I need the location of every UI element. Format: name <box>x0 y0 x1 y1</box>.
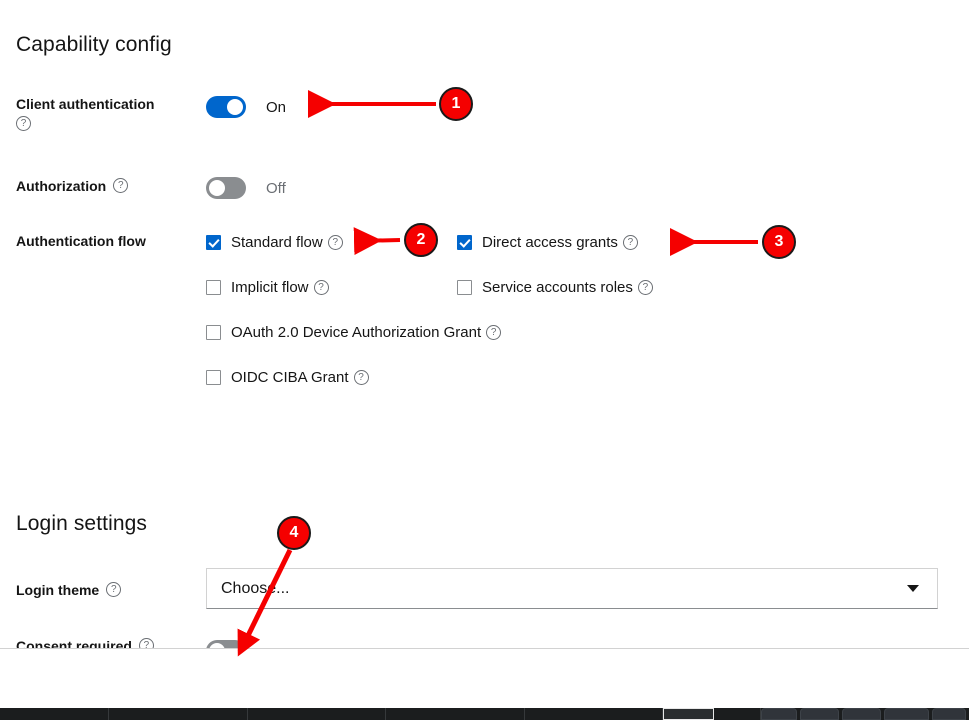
taskbar-pill[interactable] <box>931 708 967 720</box>
annotation-badge-2: 2 <box>404 223 438 257</box>
checkbox-label: Implicit flow <box>231 279 309 296</box>
login-theme-select-value: Choose... <box>221 579 290 597</box>
client-authentication-label-text: Client authentication <box>16 96 155 112</box>
checkbox-service-accounts-roles[interactable]: Service accounts roles ? <box>457 279 653 296</box>
chevron-down-icon[interactable] <box>907 585 919 592</box>
help-circle-icon[interactable]: ? <box>486 325 502 340</box>
taskbar-item[interactable] <box>0 708 110 720</box>
checkbox-direct-access-grants[interactable]: Direct access grants ? <box>457 234 638 251</box>
authentication-flow-label: Authentication flow <box>16 233 146 249</box>
checkbox-label: Service accounts roles <box>482 279 633 296</box>
checkbox-implicit-flow[interactable]: Implicit flow ? <box>206 279 329 296</box>
taskbar-item[interactable] <box>525 708 664 720</box>
taskbar-item[interactable] <box>714 708 761 720</box>
annotation-badge-4: 4 <box>277 516 311 550</box>
checkbox-box[interactable] <box>457 280 472 295</box>
help-circle-icon[interactable]: ? <box>327 235 343 250</box>
checkbox-label: OIDC CIBA Grant <box>231 369 349 386</box>
app-page: Capability config Client authentication … <box>0 0 969 720</box>
checkbox-label: OAuth 2.0 Device Authorization Grant <box>231 324 482 341</box>
checkbox-box[interactable] <box>206 325 221 340</box>
taskbar-item[interactable] <box>109 708 248 720</box>
annotation-badge-3: 3 <box>762 225 796 259</box>
help-circle-icon[interactable]: ? <box>637 280 653 295</box>
consent-required-label: Consent required ? <box>16 637 154 648</box>
consent-required-toggle[interactable] <box>206 640 246 648</box>
checkbox-label: Direct access grants <box>482 234 618 251</box>
help-circle-icon[interactable]: ? <box>113 177 129 193</box>
login-theme-label: Login theme ? <box>16 581 122 598</box>
os-taskbar[interactable] <box>0 708 969 720</box>
help-circle-icon[interactable]: ? <box>16 116 31 131</box>
annotation-badge-1: 1 <box>439 87 473 121</box>
taskbar-pill[interactable] <box>760 708 798 720</box>
help-circle-icon[interactable]: ? <box>138 637 154 648</box>
authentication-flow-label-text: Authentication flow <box>16 233 146 249</box>
checkbox-oauth-device-authorization-grant[interactable]: OAuth 2.0 Device Authorization Grant ? <box>206 324 502 341</box>
taskbar-item[interactable] <box>386 708 525 720</box>
checkbox-box[interactable] <box>206 235 221 250</box>
checkbox-box[interactable] <box>457 235 472 250</box>
taskbar-pill[interactable] <box>800 708 840 720</box>
client-authentication-toggle-state: On <box>266 99 287 116</box>
capability-config-heading: Capability config <box>16 33 172 56</box>
help-circle-icon[interactable]: ? <box>622 235 638 250</box>
login-theme-select[interactable]: Choose... <box>206 568 938 609</box>
checkbox-oidc-ciba-grant[interactable]: OIDC CIBA Grant ? <box>206 369 369 386</box>
authorization-label: Authorization ? <box>16 177 129 194</box>
help-circle-icon[interactable]: ? <box>106 581 122 597</box>
taskbar-item-active[interactable] <box>663 708 715 720</box>
authorization-label-text: Authorization <box>16 178 107 194</box>
checkbox-box[interactable] <box>206 370 221 385</box>
checkbox-box[interactable] <box>206 280 221 295</box>
authorization-toggle-state: Off <box>266 180 286 197</box>
settings-form: Capability config Client authentication … <box>0 0 969 648</box>
login-settings-heading: Login settings <box>16 512 147 535</box>
checkbox-standard-flow[interactable]: Standard flow ? <box>206 234 343 251</box>
taskbar-pill[interactable] <box>884 708 929 720</box>
help-circle-icon[interactable]: ? <box>313 280 329 295</box>
login-theme-label-text: Login theme <box>16 582 100 598</box>
authorization-toggle[interactable] <box>206 177 246 199</box>
taskbar-item[interactable] <box>248 708 387 720</box>
toggle-knob <box>227 99 243 115</box>
client-authentication-toggle[interactable] <box>206 96 246 118</box>
form-action-bar: Save Revert <box>0 648 969 708</box>
consent-required-label-text: Consent required <box>16 638 132 648</box>
taskbar-pill[interactable] <box>842 708 882 720</box>
toggle-knob <box>209 180 225 196</box>
help-circle-icon[interactable]: ? <box>353 370 369 385</box>
client-authentication-label: Client authentication ? <box>16 96 196 131</box>
checkbox-label: Standard flow <box>231 234 323 251</box>
